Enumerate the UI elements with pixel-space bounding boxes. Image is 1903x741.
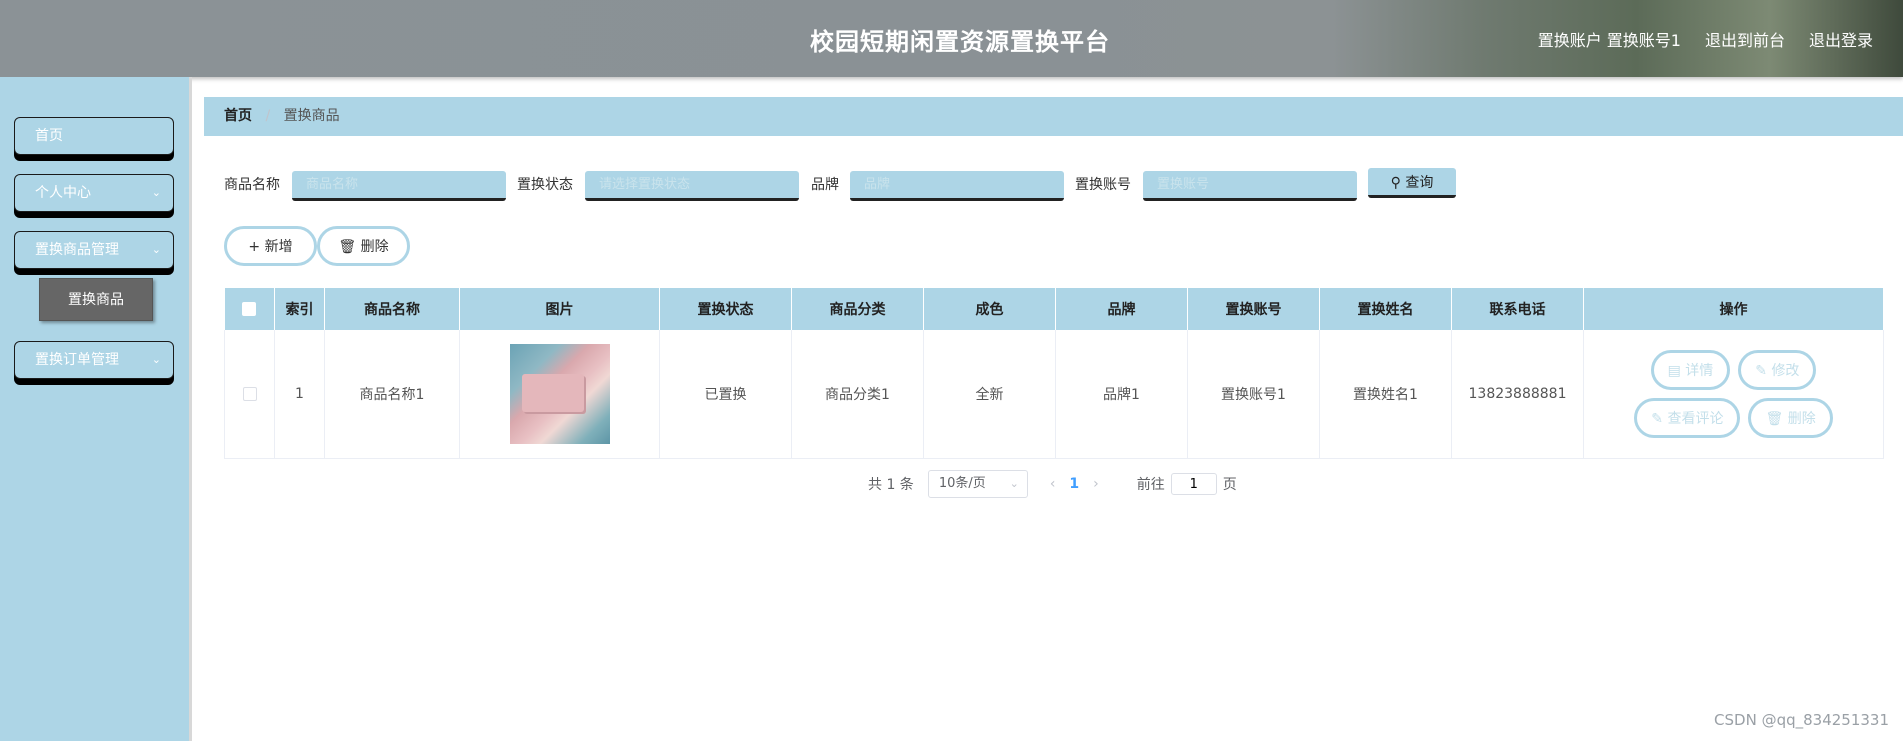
- cell-status: 已置换: [659, 330, 792, 459]
- chevron-down-icon: ⌄: [151, 243, 161, 256]
- top-header: 校园短期闲置资源置换平台 置换账户 置换账号1 退出到前台 退出登录: [0, 0, 1903, 77]
- account-input[interactable]: [1143, 171, 1357, 201]
- sidebar-item-personal-center[interactable]: 个人中心 ⌄: [14, 174, 174, 212]
- view-comments-button[interactable]: ✎ 查看评论: [1634, 397, 1741, 438]
- breadcrumb-home[interactable]: 首页: [224, 108, 252, 124]
- col-index: 索引: [274, 288, 325, 330]
- table-header-row: 索引 商品名称 图片 置换状态 商品分类 成色 品牌 置换账号 置换姓名 联系电…: [224, 288, 1884, 330]
- sidebar-item-order-management[interactable]: 置换订单管理 ⌄: [14, 341, 174, 379]
- cell-account: 置换账号1: [1187, 330, 1320, 459]
- goods-name-input[interactable]: [292, 171, 506, 201]
- exit-to-front-link[interactable]: 退出到前台: [1705, 27, 1785, 51]
- view-comments-button-label: 查看评论: [1667, 410, 1724, 427]
- goto-suffix: 页: [1222, 477, 1237, 493]
- col-status: 置换状态: [659, 288, 792, 330]
- sidebar: 首页 个人中心 ⌄ 置换商品管理 ⌄ 置换商品 置换订单管理 ⌄: [0, 77, 192, 741]
- trash-icon: 🗑: [1765, 410, 1784, 427]
- sidebar-item-goods-management[interactable]: 置换商品管理 ⌄: [14, 231, 174, 269]
- pagination: 共 1 条 10条/页 ⌄ ‹ 1 › 前往 页: [868, 470, 1237, 498]
- chevron-down-icon: ⌄: [151, 353, 161, 366]
- cell-name: 商品名称1: [324, 330, 460, 459]
- edit-button-label: 修改: [1771, 362, 1800, 379]
- sidebar-item-label: 置换订单管理: [35, 352, 119, 368]
- search-label-brand: 品牌: [811, 177, 839, 193]
- pencil-icon: ✎: [1755, 362, 1767, 379]
- brand-input[interactable]: [850, 171, 1064, 201]
- goods-table: 索引 商品名称 图片 置换状态 商品分类 成色 品牌 置换账号 置换姓名 联系电…: [224, 288, 1884, 459]
- account-info: 置换账户 置换账号1: [1537, 31, 1681, 50]
- row-checkbox[interactable]: [242, 386, 257, 401]
- status-select[interactable]: [585, 171, 799, 201]
- row-delete-button[interactable]: 🗑 删除: [1748, 397, 1833, 438]
- trash-icon: 🗑: [338, 239, 357, 255]
- delete-button[interactable]: 🗑 删除: [317, 226, 410, 266]
- goto-prefix: 前往: [1136, 477, 1165, 493]
- chevron-down-icon: ⌄: [1009, 477, 1019, 490]
- breadcrumb-current: 置换商品: [283, 108, 340, 124]
- cell-index: 1: [274, 330, 325, 459]
- goto-page-input[interactable]: [1170, 473, 1217, 495]
- cell-category: 商品分类1: [791, 330, 924, 459]
- sidebar-subitem-goods[interactable]: 置换商品: [39, 278, 153, 321]
- header-nav: 置换账户 置换账号1 退出到前台 退出登录: [1538, 27, 1873, 51]
- sidebar-item-label: 首页: [35, 128, 63, 144]
- breadcrumb: 首页 / 置换商品: [204, 97, 1903, 136]
- search-label-status: 置换状态: [517, 177, 573, 193]
- add-button-label: 新增: [264, 239, 293, 255]
- chevron-down-icon: ⌄: [151, 186, 161, 199]
- search-label-name: 商品名称: [224, 177, 280, 193]
- table-row: 1 商品名称1 已置换 商品分类1 全新 品牌1 置换账号1 置换姓名1 138…: [224, 330, 1884, 459]
- col-condition: 成色: [923, 288, 1056, 330]
- document-icon: ▤: [1667, 362, 1681, 379]
- cell-condition: 全新: [923, 330, 1056, 459]
- next-page-icon[interactable]: ›: [1093, 476, 1099, 492]
- col-category: 商品分类: [791, 288, 924, 330]
- query-button[interactable]: ⚲ 查询: [1368, 168, 1456, 198]
- page-number-1[interactable]: 1: [1069, 476, 1079, 492]
- row-delete-button-label: 删除: [1787, 410, 1816, 427]
- col-image: 图片: [459, 288, 660, 330]
- select-all-checkbox[interactable]: [242, 302, 257, 316]
- col-account: 置换账号: [1187, 288, 1320, 330]
- cell-person: 置换姓名1: [1319, 330, 1452, 459]
- row-checkbox-cell: [224, 330, 275, 459]
- cell-ops: ▤ 详情 ✎ 修改 ✎ 查看评论 🗑 删除: [1583, 330, 1884, 459]
- col-name: 商品名称: [324, 288, 460, 330]
- edit-button[interactable]: ✎ 修改: [1738, 349, 1817, 390]
- col-ops: 操作: [1583, 288, 1884, 330]
- sidebar-item-home[interactable]: 首页: [14, 117, 174, 155]
- prev-page-icon[interactable]: ‹: [1050, 476, 1056, 492]
- breadcrumb-separator: /: [265, 108, 271, 124]
- page-size-value: 10条/页: [938, 476, 986, 491]
- cell-brand: 品牌1: [1055, 330, 1188, 459]
- col-phone: 联系电话: [1451, 288, 1584, 330]
- select-all-cell: [224, 288, 275, 330]
- cell-image: [459, 330, 660, 459]
- pencil-icon: ✎: [1651, 410, 1664, 427]
- col-brand: 品牌: [1055, 288, 1188, 330]
- sidebar-item-label: 个人中心: [35, 185, 91, 201]
- logout-link[interactable]: 退出登录: [1809, 27, 1873, 51]
- goods-thumbnail-image: [509, 343, 610, 444]
- search-label-account: 置换账号: [1075, 177, 1131, 193]
- detail-button-label: 详情: [1685, 362, 1714, 379]
- col-person: 置换姓名: [1319, 288, 1452, 330]
- plus-icon: +: [248, 239, 261, 255]
- app-title: 校园短期闲置资源置换平台: [810, 28, 1110, 56]
- cell-phone: 13823888881: [1451, 330, 1584, 459]
- watermark: CSDN @qq_834251331: [1714, 711, 1889, 729]
- delete-button-label: 删除: [360, 239, 389, 255]
- sidebar-item-label: 置换商品管理: [35, 242, 119, 258]
- search-icon: ⚲: [1390, 174, 1401, 191]
- add-button[interactable]: + 新增: [224, 226, 317, 266]
- page-size-select[interactable]: 10条/页 ⌄: [927, 470, 1028, 498]
- pagination-total: 共 1 条: [868, 477, 914, 493]
- detail-button[interactable]: ▤ 详情: [1650, 349, 1731, 390]
- query-button-label: 查询: [1405, 174, 1434, 191]
